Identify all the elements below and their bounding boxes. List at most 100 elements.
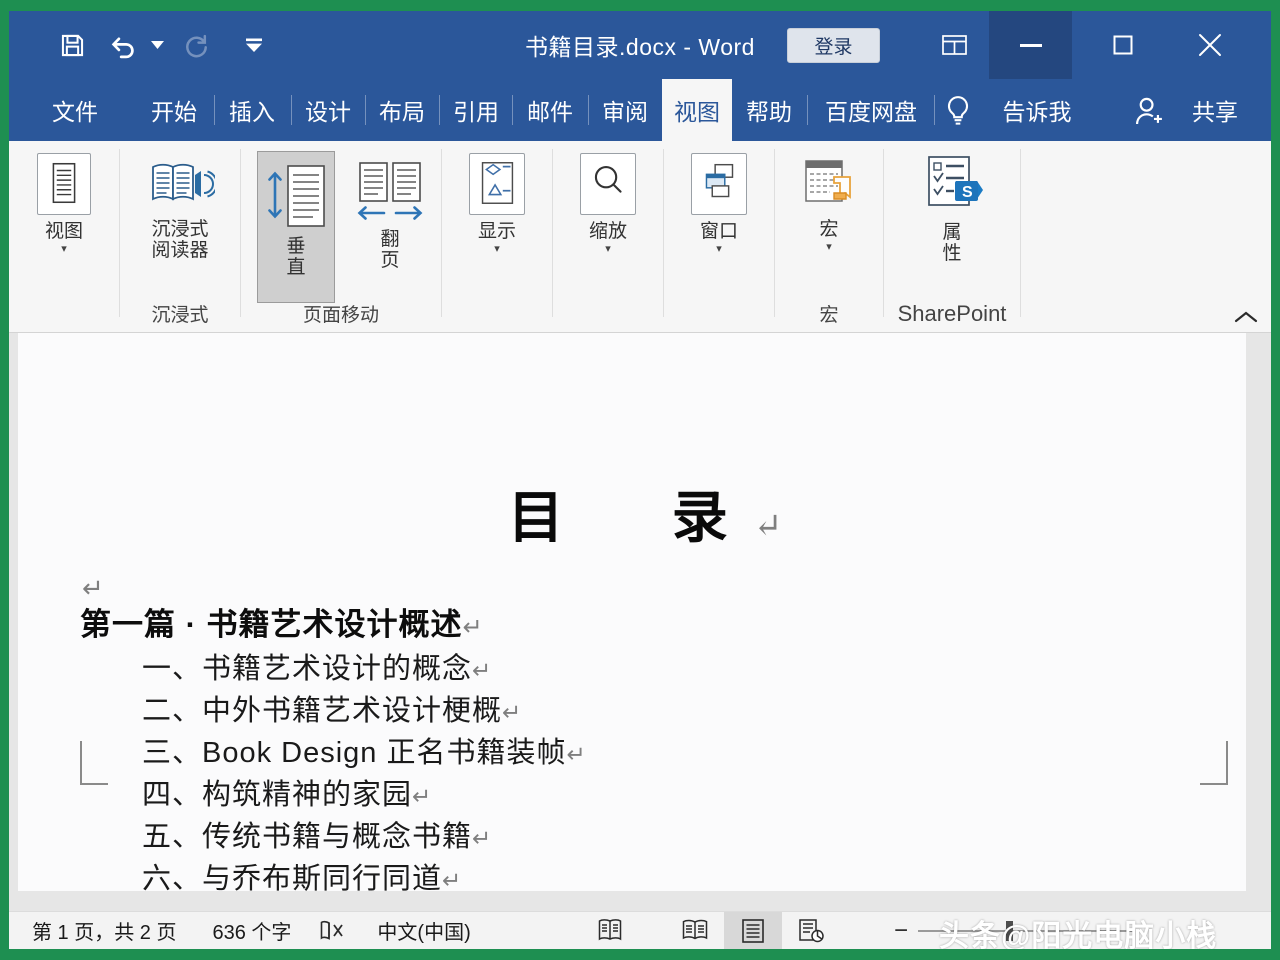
document-title: 目 录↵ xyxy=(18,473,1246,554)
properties-label-line1: 属 xyxy=(942,223,961,244)
tab-layout[interactable]: 布局 xyxy=(367,79,437,141)
side-to-side-button[interactable]: 翻 页 xyxy=(351,159,429,271)
zoom-button[interactable]: 缩放 ▾ xyxy=(565,153,651,253)
collapse-ribbon-icon[interactable] xyxy=(1231,305,1261,329)
side-to-side-label-line1: 翻 xyxy=(380,230,399,251)
group-label-macros: 宏 xyxy=(775,300,883,327)
paragraph-mark: ↵ xyxy=(472,657,491,683)
document-page[interactable]: 目 录↵ ↵ 第一篇 · 书籍艺术设计概述↵ 一、书籍艺术设计的概念↵ 二、中外… xyxy=(18,333,1246,891)
language-indicator[interactable]: 中文(中国) xyxy=(368,912,479,950)
immersive-reader-label-line2: 阅读器 xyxy=(151,241,208,262)
tab-baidu-netdisk[interactable]: 百度网盘 xyxy=(809,79,933,141)
ribbon-group-zoom: 缩放 ▾ xyxy=(553,141,663,333)
lightbulb-icon[interactable] xyxy=(941,93,975,127)
paragraph-mark: ↵ xyxy=(502,699,521,725)
toc-item-text: 六、与乔布斯同行同道 xyxy=(142,863,442,895)
maximize-icon[interactable] xyxy=(1092,11,1154,79)
views-button[interactable]: 视图 ▾ xyxy=(21,153,107,253)
chevron-down-icon[interactable]: ▾ xyxy=(605,245,611,253)
window-arrange-icon xyxy=(691,153,747,215)
ribbon-tab-bar: 文件 开始 插入 设计 布局 引用 邮件 审阅 视图 帮助 百度网盘 告诉我 xyxy=(9,79,1271,141)
tab-separator xyxy=(934,95,935,125)
tab-review[interactable]: 审阅 xyxy=(590,79,660,141)
sign-in-button[interactable]: 登录 xyxy=(787,28,880,63)
paragraph-mark: ↵ xyxy=(412,783,431,809)
vertical-scroll-button[interactable]: 垂 直 xyxy=(257,151,335,303)
word-application-window: 书籍目录.docx - Word 登录 文件 开始 插入 设计 布局 引用 xyxy=(9,11,1271,949)
zoom-track[interactable] xyxy=(918,930,1134,932)
immersive-reader-button[interactable]: 沉浸式 阅读器 xyxy=(132,153,228,261)
tab-design[interactable]: 设计 xyxy=(293,79,363,141)
ribbon-group-page-movement: 垂 直 xyxy=(241,141,441,333)
sharepoint-properties-button[interactable]: S 属 性 xyxy=(906,151,998,264)
tab-separator xyxy=(291,95,292,125)
window-button-label: 窗口 xyxy=(700,222,738,243)
window-button[interactable]: 窗口 ▾ xyxy=(676,153,762,253)
zoom-handle[interactable] xyxy=(1006,921,1013,941)
undo-icon[interactable] xyxy=(101,22,147,68)
chevron-down-icon[interactable]: ▾ xyxy=(716,245,722,253)
chevron-down-icon[interactable]: ▾ xyxy=(61,245,67,253)
share-label[interactable]: 共享 xyxy=(1173,79,1257,141)
tab-separator xyxy=(365,95,366,125)
accessibility-icon[interactable] xyxy=(588,912,632,950)
document-title-text: 目 录 xyxy=(508,485,754,551)
show-button[interactable]: 显示 ▾ xyxy=(454,153,540,253)
toc-item-text: 二、中外书籍艺术设计梗概 xyxy=(142,695,502,727)
document-canvas[interactable]: 目 录↵ ↵ 第一篇 · 书籍艺术设计概述↵ 一、书籍艺术设计的概念↵ 二、中外… xyxy=(9,333,1271,911)
tab-file[interactable]: 文件 xyxy=(39,79,111,141)
macro-button[interactable]: 宏 ▾ xyxy=(787,153,871,251)
toc-item-6: 六、与乔布斯同行同道↵ xyxy=(142,855,461,897)
tab-mailings[interactable]: 邮件 xyxy=(514,79,586,141)
ribbon-display-options-icon[interactable] xyxy=(923,11,985,79)
group-label-immersive: 沉浸式 xyxy=(120,300,240,327)
svg-text:S: S xyxy=(962,184,973,201)
spelling-check-icon[interactable] xyxy=(310,912,354,950)
chevron-down-icon[interactable]: ▾ xyxy=(494,245,500,253)
word-count[interactable]: 636 个字 xyxy=(203,912,300,950)
tab-separator xyxy=(439,95,440,125)
paragraph-mark: ↵ xyxy=(567,741,586,767)
ribbon-group-sharepoint: S 属 性 SharePoint xyxy=(884,141,1020,333)
macro-button-label: 宏 xyxy=(819,220,838,241)
views-button-label: 视图 xyxy=(45,222,83,243)
immersive-reader-label-line1: 沉浸式 xyxy=(151,220,208,241)
tellme-label[interactable]: 告诉我 xyxy=(987,79,1087,141)
zoom-slider[interactable]: − xyxy=(894,912,1144,949)
ribbon-group-macros: 宏 ▾ 宏 xyxy=(775,141,883,333)
customize-qat-icon[interactable] xyxy=(231,22,277,68)
magnifier-icon xyxy=(580,153,636,215)
close-icon[interactable] xyxy=(1179,11,1241,79)
undo-dropdown-caret-icon[interactable] xyxy=(147,22,167,68)
share-person-icon[interactable] xyxy=(1133,95,1167,127)
status-bar: 第 1 页，共 2 页 636 个字 中文(中国) xyxy=(9,911,1271,949)
tab-insert[interactable]: 插入 xyxy=(216,79,288,141)
redo-icon xyxy=(173,22,219,68)
tab-view[interactable]: 视图 xyxy=(662,79,732,141)
read-mode-icon[interactable] xyxy=(666,912,724,950)
save-icon[interactable] xyxy=(49,22,95,68)
tab-home[interactable]: 开始 xyxy=(138,79,210,141)
chevron-down-icon[interactable]: ▾ xyxy=(826,243,832,251)
page-indicator[interactable]: 第 1 页，共 2 页 xyxy=(23,912,185,950)
vertical-label-line1: 垂 xyxy=(286,237,305,258)
ribbon-group-window: 窗口 ▾ xyxy=(664,141,774,333)
web-layout-icon[interactable] xyxy=(782,912,840,950)
sharepoint-properties-icon: S xyxy=(916,151,988,221)
document-heading-text: 第一篇 · 书籍艺术设计概述 xyxy=(80,607,463,642)
side-to-side-label-line2: 页 xyxy=(380,251,399,272)
toc-item-5: 五、传统书籍与概念书籍↵ xyxy=(142,813,491,855)
document-heading: 第一篇 · 书籍艺术设计概述↵ xyxy=(80,599,483,644)
print-layout-icon[interactable] xyxy=(724,912,782,950)
zoom-button-label: 缩放 xyxy=(589,222,627,243)
toc-item-4: 四、构筑精神的家园↵ xyxy=(142,771,431,813)
margin-corner-mark-left xyxy=(80,741,108,785)
tab-references[interactable]: 引用 xyxy=(441,79,511,141)
zoom-out-button[interactable]: − xyxy=(894,917,908,945)
minimize-icon[interactable] xyxy=(989,11,1072,79)
margin-corner-mark-right xyxy=(1200,741,1228,785)
paragraph-mark: ↵ xyxy=(463,614,483,641)
tab-help[interactable]: 帮助 xyxy=(734,79,804,141)
document-view-icon xyxy=(37,153,91,215)
ribbon-group-views: 视图 ▾ xyxy=(9,141,119,333)
